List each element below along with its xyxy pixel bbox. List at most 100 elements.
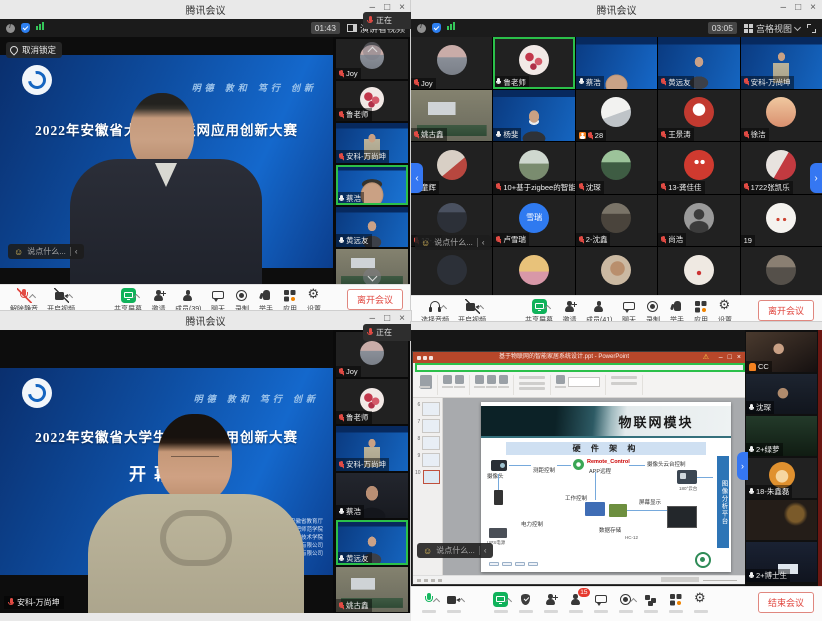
collapse-chat-icon[interactable]: ‹: [482, 238, 485, 247]
toolbar-button[interactable]: [614, 592, 637, 613]
participant-tile[interactable]: [746, 500, 817, 540]
ribbon-dropdown[interactable]: [568, 377, 600, 387]
toolbar-button[interactable]: [639, 592, 662, 613]
toolbar-button[interactable]: [589, 592, 612, 613]
participant-tile[interactable]: 雪瑞 卢雪瑞: [493, 195, 574, 247]
toolbar-button[interactable]: 成员(39): [171, 288, 205, 311]
participant-tile[interactable]: 13-龚佳佳: [658, 142, 739, 194]
chat-placeholder[interactable]: 说点什么...: [434, 237, 473, 248]
leave-meeting-button[interactable]: 离开会议: [758, 300, 814, 321]
participant-tile[interactable]: [741, 247, 822, 295]
participant-tile[interactable]: 沈琛: [746, 374, 817, 414]
toolbar-button[interactable]: 解除静音: [6, 288, 42, 311]
participant-tile[interactable]: 2-沈鑫: [576, 195, 657, 247]
chat-placeholder[interactable]: 说点什么...: [27, 246, 66, 257]
minimize-button[interactable]: –: [781, 2, 787, 13]
scroll-chevron-icon[interactable]: [368, 272, 378, 282]
minimize-button[interactable]: –: [370, 313, 376, 324]
toolbar-button[interactable]: [689, 592, 712, 613]
ribbon-button[interactable]: [455, 375, 464, 384]
ppt-minimize-button[interactable]: –: [719, 354, 723, 361]
toolbar-button[interactable]: 应用: [689, 299, 712, 322]
fullscreen-icon[interactable]: [807, 24, 816, 33]
ribbon-button[interactable]: [420, 375, 432, 389]
toolbar-button[interactable]: 聊天: [206, 288, 229, 311]
participant-tile[interactable]: 2+博士生: [746, 542, 817, 582]
toolbar-button[interactable]: 开启视频: [43, 288, 79, 311]
toolbar-button[interactable]: [417, 592, 440, 613]
participant-tile[interactable]: 杨斐: [493, 90, 574, 142]
participant-tile[interactable]: [576, 247, 657, 295]
titlebar[interactable]: 腾讯会议 –□×: [0, 311, 411, 330]
collapse-chat-icon[interactable]: ‹: [484, 546, 487, 555]
participant-tile[interactable]: 王景涛: [658, 90, 739, 142]
toolbar-button[interactable]: 设置: [302, 288, 325, 311]
participant-tile[interactable]: 18-朱鑫磊: [746, 458, 817, 498]
toolbar-button[interactable]: 开启视频: [454, 299, 490, 322]
sidebar-expand-button[interactable]: ›: [737, 452, 748, 480]
titlebar[interactable]: 腾讯会议 –□×: [411, 0, 822, 19]
toolbar-button[interactable]: 举手: [254, 288, 277, 311]
participant-tile[interactable]: 沈琛: [576, 142, 657, 194]
participant-tile[interactable]: CC: [746, 332, 817, 372]
participant-tile[interactable]: 2+绿萝: [746, 416, 817, 456]
info-icon[interactable]: [417, 24, 426, 33]
maximize-button[interactable]: □: [384, 313, 390, 324]
participant-tile[interactable]: 童辉: [411, 142, 492, 194]
emoji-icon[interactable]: ☺: [423, 546, 432, 556]
view-switch-button[interactable]: 宫格视图: [744, 22, 800, 35]
participant-tile[interactable]: 安科-万尚坤: [741, 37, 822, 89]
unpin-button[interactable]: 取消锁定: [6, 42, 62, 58]
participant-tile[interactable]: [336, 249, 408, 284]
participant-tile[interactable]: 鲁老师: [336, 81, 408, 121]
toolbar-button[interactable]: 举手: [665, 299, 688, 322]
maximize-button[interactable]: □: [795, 2, 801, 13]
grid-prev-page-button[interactable]: ‹: [411, 163, 423, 193]
participant-tile[interactable]: 19: [741, 195, 822, 247]
security-shield-icon[interactable]: [21, 23, 30, 33]
quick-access-toolbar-icons[interactable]: [417, 356, 421, 360]
participant-tile[interactable]: 徐洁: [741, 90, 822, 142]
ribbon-checkboxes[interactable]: [519, 375, 545, 390]
slide-thumbnail[interactable]: 6: [415, 402, 440, 416]
toolbar-button[interactable]: [489, 592, 512, 613]
slide-thumbnail[interactable]: 7: [415, 419, 440, 433]
slide-thumbnail[interactable]: 8: [415, 436, 440, 450]
toolbar-button[interactable]: [442, 592, 465, 613]
ribbon-button[interactable]: [443, 375, 452, 384]
participant-tile[interactable]: 鲁老师: [493, 37, 574, 89]
scroll-chevron-icon[interactable]: [368, 47, 378, 57]
toolbar-button[interactable]: [539, 592, 562, 613]
participant-tile[interactable]: 尚浩: [658, 195, 739, 247]
toolbar-button[interactable]: 设置: [713, 299, 736, 322]
toolbar-button[interactable]: 共享屏幕: [110, 288, 146, 311]
toolbar-button[interactable]: 录制: [641, 299, 664, 322]
participant-tile[interactable]: [493, 247, 574, 295]
emoji-icon[interactable]: ☺: [421, 238, 430, 248]
toolbar-button[interactable]: 15: [564, 592, 587, 613]
toolbar-button[interactable]: 聊天: [617, 299, 640, 322]
participant-tile[interactable]: 黄远友: [658, 37, 739, 89]
info-icon[interactable]: [6, 24, 15, 33]
toolbar-button[interactable]: 录制: [230, 288, 253, 311]
toolbar-button[interactable]: 应用: [278, 288, 301, 311]
participant-tile[interactable]: 鲁老师: [336, 379, 408, 424]
ribbon-button[interactable]: [556, 375, 565, 384]
collapse-chat-icon[interactable]: ‹: [75, 247, 78, 256]
chat-placeholder[interactable]: 说点什么...: [436, 545, 475, 556]
participant-tile[interactable]: 安科-万尚坤: [336, 426, 408, 471]
participant-tile[interactable]: 黄远友: [336, 520, 408, 565]
main-video-area[interactable]: 明德 敦和 笃行 创新 2022年安徽省大学生物联网应用创新大赛 开幕式 202…: [0, 37, 333, 284]
slide-thumbnail[interactable]: 10: [415, 470, 440, 484]
participant-tile[interactable]: [411, 247, 492, 295]
grid-next-page-button[interactable]: ›: [810, 163, 822, 193]
participant-tile[interactable]: Joy: [411, 37, 492, 89]
ribbon-checkboxes[interactable]: [611, 375, 637, 385]
slide-thumbnail[interactable]: 9: [415, 453, 440, 467]
ribbon-button[interactable]: [475, 375, 484, 384]
screen-share-area[interactable]: 基于物联网的智能家居系统设计.ppt - PowerPoint ⚠ –□×: [411, 330, 748, 586]
close-button[interactable]: ×: [399, 313, 405, 324]
toolbar-button[interactable]: 成员(41): [582, 299, 616, 322]
chat-quick-input[interactable]: ☺ 说点什么... ‹: [8, 244, 84, 259]
participant-tile[interactable]: 姚古鑫: [336, 567, 408, 612]
